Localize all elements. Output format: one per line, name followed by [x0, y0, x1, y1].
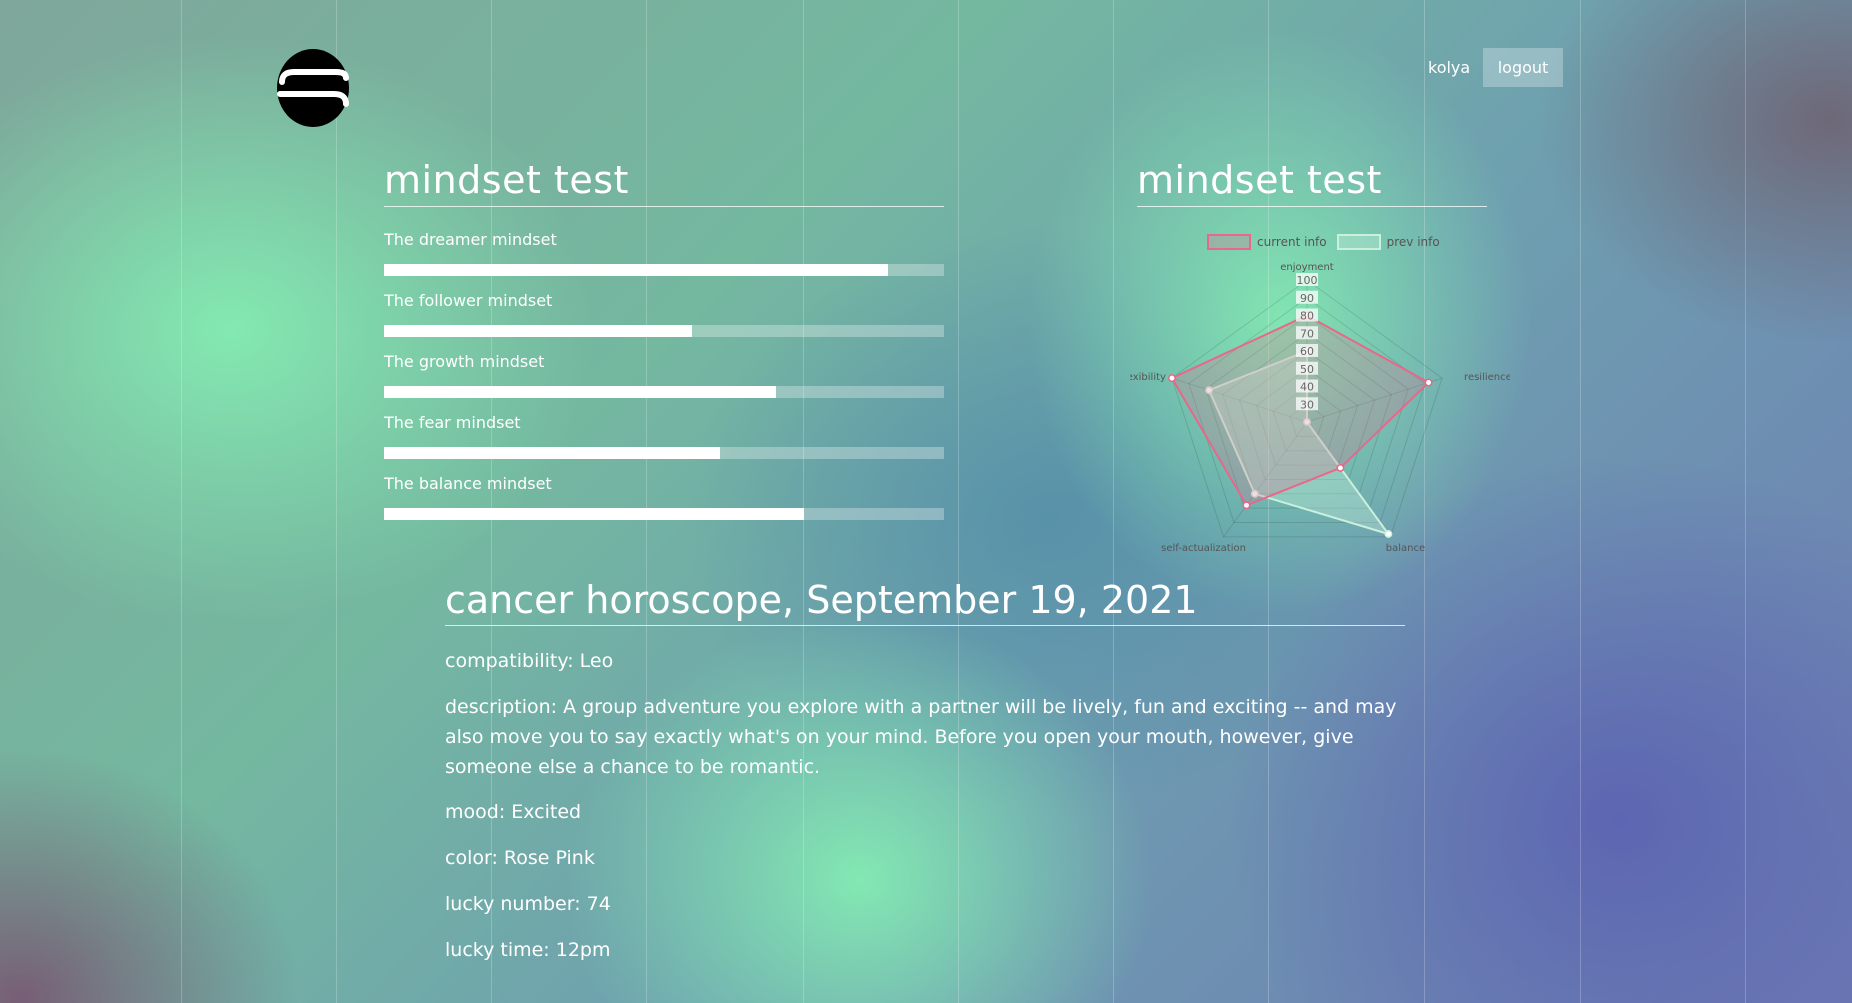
- progress-fill: [384, 508, 804, 520]
- legend-label: prev info: [1386, 235, 1440, 249]
- horoscope-mood: mood: Excited: [445, 801, 582, 823]
- logout-button[interactable]: logout: [1483, 48, 1563, 87]
- bar-label: The follower mindset: [384, 291, 553, 310]
- grid-line: [1580, 0, 1581, 1003]
- s-logo-icon[interactable]: [276, 48, 350, 128]
- mindset-radar-title: mindset test: [1137, 158, 1382, 202]
- radar-point: [1167, 374, 1176, 383]
- legend-item[interactable]: prev info: [1336, 234, 1440, 250]
- progress-fill: [384, 325, 692, 337]
- radar-axis-label: enjoyment: [1280, 262, 1334, 273]
- grid-line: [336, 0, 337, 1003]
- progress-fill: [384, 264, 888, 276]
- radar-chart: 30 40 50 60 70 80 90 100enjoyment resilience bala…: [1130, 262, 1510, 554]
- username-label[interactable]: kolya: [1428, 57, 1470, 79]
- progress-bar: [384, 386, 944, 398]
- radar-axis-label: balance: [1386, 543, 1425, 554]
- bar-label: The balance mindset: [384, 474, 552, 493]
- grid-line: [1745, 0, 1746, 1003]
- progress-bar: [384, 264, 944, 276]
- progress-bar: [384, 325, 944, 337]
- radar-tick-label: 70: [1300, 327, 1314, 340]
- chart-legend: current info prev info: [1207, 233, 1450, 251]
- radar-point: [1384, 530, 1393, 538]
- progress-fill: [384, 386, 776, 398]
- radar-axis-label: flexibility: [1130, 372, 1166, 383]
- radar-tick-label: 50: [1300, 363, 1314, 376]
- bar-label: The fear mindset: [384, 413, 521, 432]
- radar-tick-label: 80: [1300, 310, 1314, 323]
- radar-tick-label: 30: [1300, 398, 1314, 411]
- radar-axis-label: self-actualization: [1161, 543, 1246, 554]
- horoscope-lucky-time: lucky time: 12pm: [445, 939, 611, 961]
- radar-tick-label: 100: [1297, 274, 1318, 287]
- horoscope-color: color: Rose Pink: [445, 847, 595, 869]
- title-underline: [384, 206, 944, 207]
- horoscope-title: cancer horoscope, September 19, 2021: [445, 578, 1198, 622]
- title-underline: [445, 625, 1405, 626]
- bar-label: The dreamer mindset: [384, 230, 557, 249]
- radar-tick-label: 40: [1300, 381, 1314, 394]
- title-underline: [1137, 206, 1487, 207]
- mindset-bars-title: mindset test: [384, 158, 629, 202]
- radar-axis-label: resilience: [1464, 372, 1510, 383]
- radar-tick-label: 60: [1300, 345, 1314, 358]
- horoscope-description: description: A group adventure you explo…: [445, 696, 1397, 778]
- legend-swatch: [1336, 234, 1381, 250]
- progress-bar: [384, 508, 944, 520]
- radar-point: [1336, 464, 1345, 472]
- legend-swatch: [1207, 234, 1251, 250]
- radar-point: [1242, 501, 1251, 510]
- radar-point: [1424, 378, 1433, 387]
- progress-bar: [384, 447, 944, 459]
- legend-item[interactable]: current info: [1207, 234, 1327, 250]
- radar-tick-label: 90: [1300, 292, 1314, 305]
- bar-label: The growth mindset: [384, 352, 545, 371]
- legend-label: current info: [1257, 235, 1327, 249]
- progress-fill: [384, 447, 720, 459]
- horoscope-compatibility: compatibility: Leo: [445, 650, 614, 672]
- horoscope-lucky-number: lucky number: 74: [445, 893, 611, 915]
- grid-line: [181, 0, 182, 1003]
